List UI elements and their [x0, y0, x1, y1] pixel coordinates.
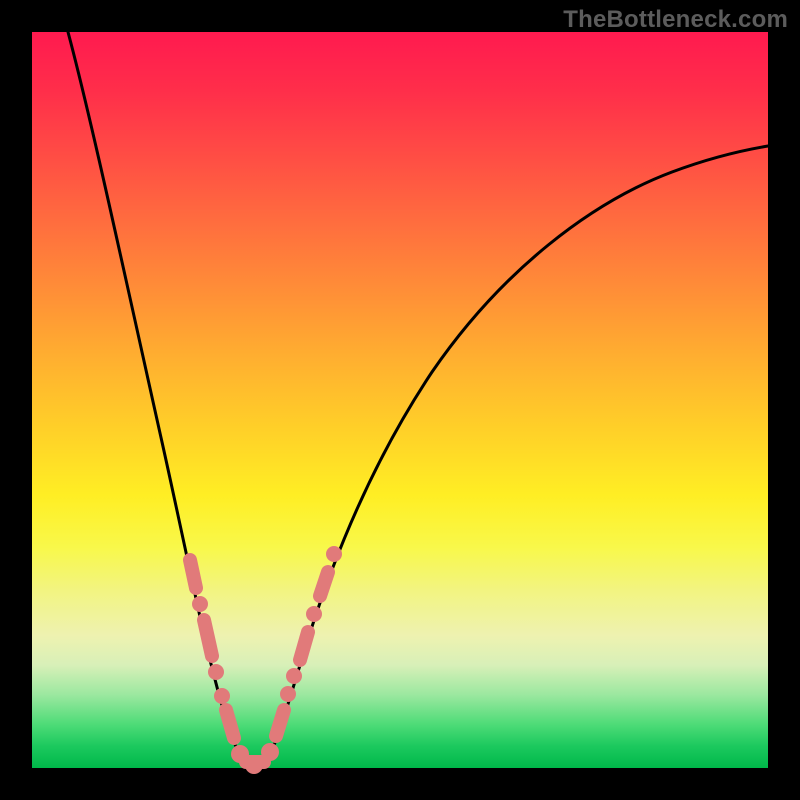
chart-frame: TheBottleneck.com — [0, 0, 800, 800]
beads-right — [261, 546, 342, 761]
watermark-text: TheBottleneck.com — [563, 6, 788, 34]
curve-svg — [32, 32, 768, 768]
plot-area — [32, 32, 768, 768]
beads-left — [190, 560, 249, 763]
beads-bottom — [245, 756, 264, 774]
curve-right-branch — [268, 146, 768, 760]
